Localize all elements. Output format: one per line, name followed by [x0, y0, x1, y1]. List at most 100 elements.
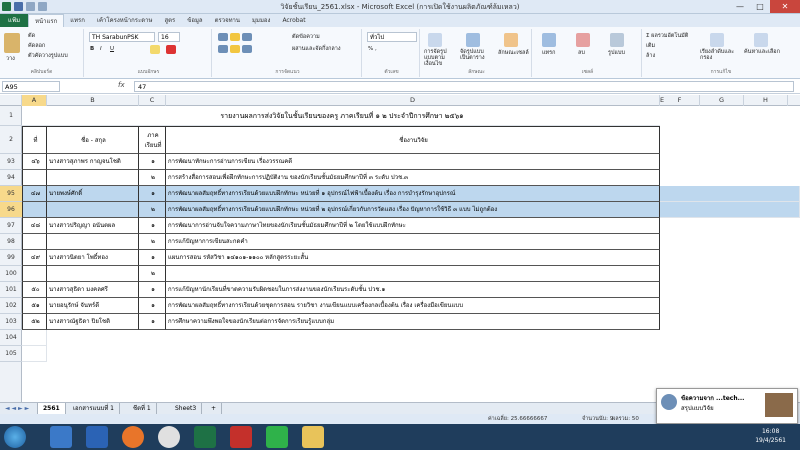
- insert-cells-icon[interactable]: [542, 33, 556, 47]
- notification-popup[interactable]: ข้อความจาก ...tech... สรุปแบบวิจัย: [656, 388, 798, 424]
- cell-semester[interactable]: ๑: [139, 282, 166, 298]
- cell-no[interactable]: ๕๑: [22, 298, 47, 314]
- cell-title[interactable]: การแก้ปัญหาการเขียนสะกดคำ: [166, 234, 660, 250]
- fill-button[interactable]: เติม: [646, 42, 655, 50]
- cell-semester[interactable]: ๑: [139, 298, 166, 314]
- header-semester[interactable]: ภาคเรียนที่: [139, 126, 166, 154]
- sort-filter-icon[interactable]: [710, 33, 724, 47]
- row-header[interactable]: 103: [0, 314, 22, 330]
- cell-no[interactable]: [22, 170, 47, 186]
- format-cells-icon[interactable]: [610, 33, 624, 47]
- find-select-button[interactable]: ค้นหาและเลือก: [744, 49, 784, 55]
- new-sheet-button[interactable]: +: [206, 403, 223, 414]
- sheet-nav-arrows[interactable]: ◄ ◄ ► ►: [0, 403, 38, 414]
- delete-cells-icon[interactable]: [576, 33, 590, 47]
- align-bottom-icon[interactable]: [242, 33, 252, 41]
- align-center-icon[interactable]: [230, 45, 240, 53]
- row-header[interactable]: 2: [0, 126, 22, 154]
- undo-icon[interactable]: [26, 2, 35, 11]
- number-format-select[interactable]: ทั่วไป: [367, 32, 417, 42]
- cell-name[interactable]: นางสาวปริญญา อนันตผล: [47, 218, 139, 234]
- column-header-a[interactable]: A: [22, 95, 47, 106]
- delete-button[interactable]: ลบ: [578, 49, 585, 57]
- sheet-tab[interactable]: เอกสารแนบที่ 1: [68, 403, 120, 414]
- internet-explorer-icon[interactable]: [86, 426, 108, 448]
- align-left-icon[interactable]: [218, 45, 228, 53]
- cell-title[interactable]: การพัฒนาทักษะการอ่านการเขียน เรื่องวรรณค…: [166, 154, 660, 170]
- cell-no[interactable]: ๔๗: [22, 186, 47, 202]
- cell-no[interactable]: ๕๐: [22, 282, 47, 298]
- cell-title[interactable]: การพัฒนาผลสัมฤทธิ์ทางการเรียนด้วยแบบฝึกท…: [166, 186, 660, 202]
- sort-filter-button[interactable]: เรียงลำดับและกรอง: [700, 49, 740, 61]
- bold-button[interactable]: B: [90, 46, 94, 52]
- underline-button[interactable]: U: [110, 46, 114, 52]
- cell-no[interactable]: ๔๖: [22, 154, 47, 170]
- format-button[interactable]: รูปแบบ: [608, 49, 625, 57]
- row-header[interactable]: 100: [0, 266, 22, 282]
- row-header[interactable]: 99: [0, 250, 22, 266]
- save-icon[interactable]: [14, 2, 23, 11]
- format-table-button[interactable]: จัดรูปแบบเป็นตาราง: [460, 49, 492, 61]
- cell-styles-icon[interactable]: [504, 33, 518, 47]
- tab-file[interactable]: แฟ้ม: [0, 14, 29, 27]
- tab-insert[interactable]: แทรก: [64, 14, 91, 27]
- sheet-tab[interactable]: Sheet3: [170, 403, 203, 414]
- worksheet-grid[interactable]: รายงานผลการส่งวิจัยในชั้นเรียนของครู ภาค…: [22, 106, 800, 402]
- tab-review[interactable]: ตรวจทาน: [209, 14, 246, 27]
- cell-name[interactable]: [47, 202, 139, 218]
- cell-no[interactable]: ๔๘: [22, 218, 47, 234]
- cell-name[interactable]: นางสาวสุธิดา มงคลศรี: [47, 282, 139, 298]
- row-header[interactable]: 94: [0, 170, 22, 186]
- row-header[interactable]: 97: [0, 218, 22, 234]
- fill-color-icon[interactable]: [150, 45, 160, 54]
- tab-acrobat[interactable]: Acrobat: [276, 14, 311, 27]
- sheet-tab[interactable]: 2561: [38, 403, 66, 414]
- cell-name[interactable]: นางสาวนิตยา โพธิ์ทอง: [47, 250, 139, 266]
- tab-formulas[interactable]: สูตร: [158, 14, 181, 27]
- close-button[interactable]: ✕: [770, 0, 800, 13]
- merge-center-button[interactable]: ผสานและจัดกึ่งกลาง: [292, 45, 341, 53]
- row-header[interactable]: 105: [0, 346, 22, 362]
- cell-name[interactable]: นายพงษ์ศักดิ์: [47, 186, 139, 202]
- column-header-c[interactable]: C: [139, 95, 166, 106]
- acrobat-icon[interactable]: [230, 426, 252, 448]
- cell-name[interactable]: นางสาวณัฐธิดา ปิยโชติ: [47, 314, 139, 330]
- row-header[interactable]: 96: [0, 202, 22, 218]
- tab-view[interactable]: มุมมอง: [246, 14, 276, 27]
- cell-semester[interactable]: ๑: [139, 314, 166, 330]
- header-name[interactable]: ชื่อ - สกุล: [47, 126, 139, 154]
- row-header[interactable]: 93: [0, 154, 22, 170]
- cell-title[interactable]: การแก้ปัญหานักเรียนที่ขาดความรับผิดชอบใน…: [166, 282, 660, 298]
- cell-name[interactable]: นางสาวสุภาพร กาญจนโชติ: [47, 154, 139, 170]
- table-title[interactable]: รายงานผลการส่งวิจัยในชั้นเรียนของครู ภาค…: [22, 106, 660, 126]
- redo-icon[interactable]: [38, 2, 47, 11]
- column-header-f[interactable]: F: [660, 95, 700, 106]
- align-right-icon[interactable]: [242, 45, 252, 53]
- cut-button[interactable]: ตัด: [28, 32, 35, 40]
- row-header[interactable]: 95: [0, 186, 22, 202]
- name-box[interactable]: A95: [2, 81, 60, 92]
- cell-title[interactable]: การศึกษาความพึงพอใจของนักเรียนต่อการจัดก…: [166, 314, 660, 330]
- cell-no[interactable]: [22, 266, 47, 282]
- row-header[interactable]: 1: [0, 106, 22, 126]
- excel-taskbar-icon[interactable]: [194, 426, 216, 448]
- align-top-icon[interactable]: [218, 33, 228, 41]
- file-explorer-icon[interactable]: [50, 426, 72, 448]
- select-all-corner[interactable]: [0, 95, 22, 106]
- selected-row-fill[interactable]: [660, 186, 800, 202]
- cell-title[interactable]: การสร้างสื่อการสอนเพื่อฝึกทักษะการปฏิบัต…: [166, 170, 660, 186]
- sheet-tab[interactable]: ชีตที่ 1: [128, 403, 157, 414]
- cell-semester[interactable]: ๒: [139, 170, 166, 186]
- selected-row-fill[interactable]: [660, 202, 800, 218]
- format-painter-button[interactable]: ตัวคัดวางรูปแบบ: [28, 52, 68, 60]
- clear-button[interactable]: ล้าง: [646, 52, 655, 60]
- column-header-d[interactable]: D: [166, 95, 660, 106]
- autosum-button[interactable]: Σ ผลรวมอัตโนมัติ: [646, 32, 688, 40]
- excel-app-icon[interactable]: [2, 2, 11, 11]
- wrap-text-button[interactable]: ตัดข้อความ: [292, 33, 320, 41]
- cell-title[interactable]: การพัฒนาผลสัมฤทธิ์ทางการเรียนด้วยแบบฝึกท…: [166, 202, 660, 218]
- conditional-format-button[interactable]: การจัดรูปแบบตามเงื่อนไข: [424, 49, 456, 67]
- copy-button[interactable]: คัดลอก: [28, 42, 45, 50]
- cell-title[interactable]: การพัฒนาผลสัมฤทธิ์ทางการเรียนด้วยชุดการส…: [166, 298, 660, 314]
- tab-data[interactable]: ข้อมูล: [181, 14, 208, 27]
